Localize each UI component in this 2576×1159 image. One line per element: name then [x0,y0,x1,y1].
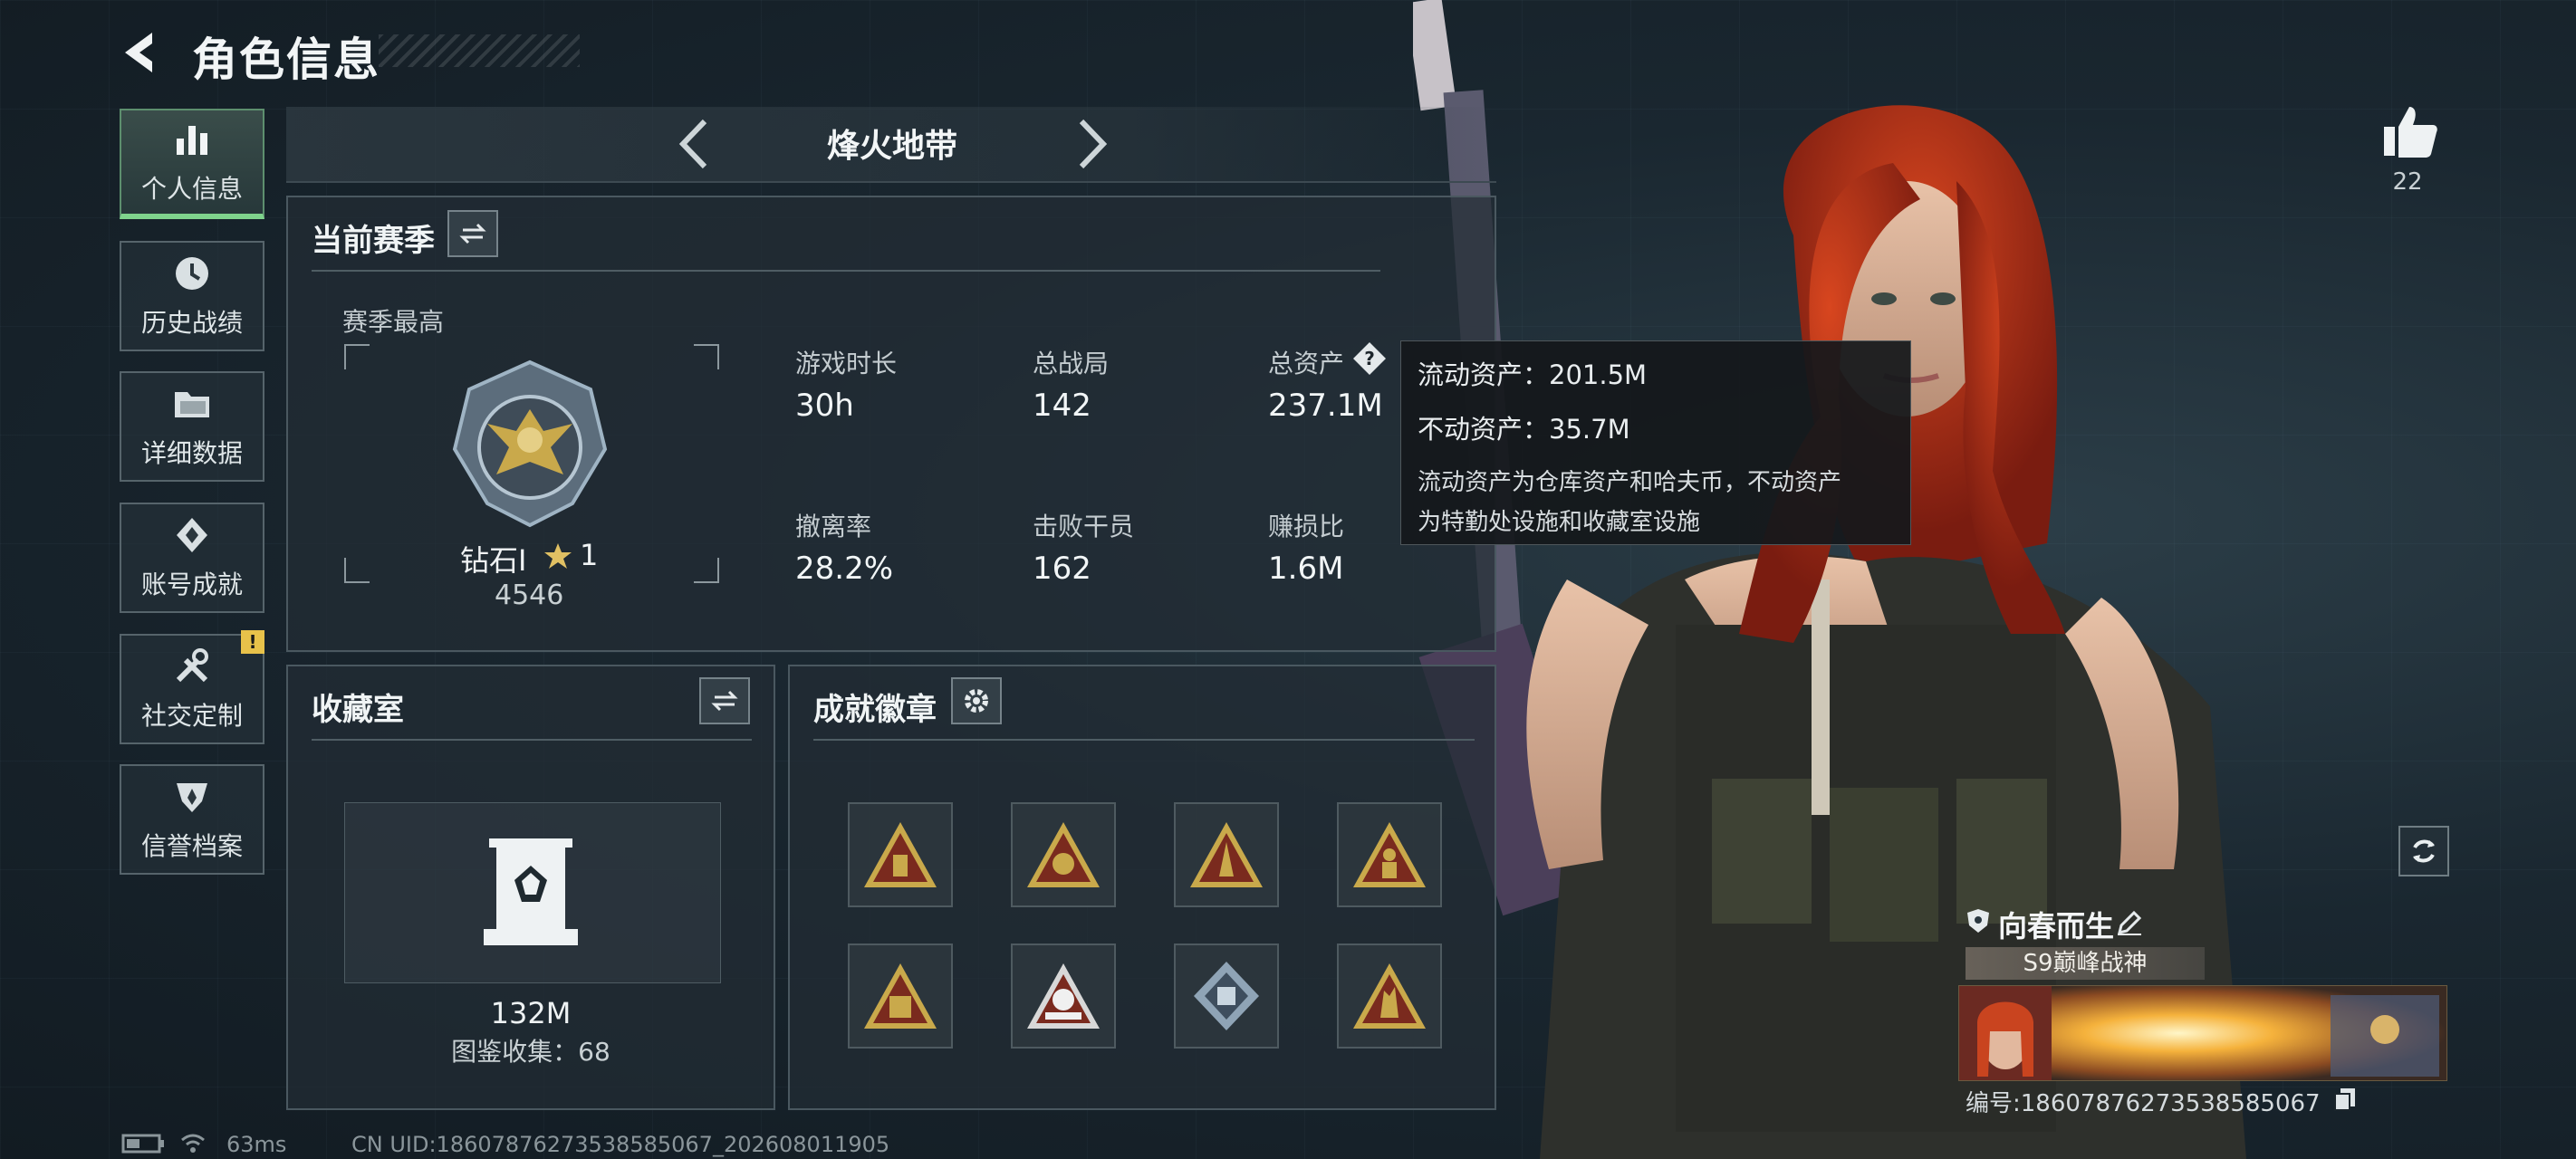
notice-badge: ! [241,630,264,654]
badge-5-icon [864,963,937,1029]
sidebar-item-label: 个人信息 [140,174,243,204]
badge-settings-button[interactable] [951,677,1002,724]
achievement-badge[interactable] [1337,943,1442,1049]
sidebar-item-label: 信誉档案 [140,831,243,861]
collection-value: 132M [490,996,572,1030]
badge-2-icon [1027,822,1100,887]
bar-chart-icon [177,126,207,155]
refresh-button[interactable] [2398,826,2449,876]
season-best-label: 赛季最高 [342,307,445,337]
thumbs-up-icon[interactable] [2380,101,2440,161]
wifi-icon [181,1134,205,1153]
name-card-banner[interactable] [1958,985,2447,1081]
tools-icon [176,648,208,683]
catalog-count: 图鉴收集：68 [451,1037,610,1067]
frame-corner [694,558,719,583]
fixed-assets: 不动资产：35.7M [1418,414,1630,445]
clock-icon [176,257,208,290]
copy-icon[interactable] [2333,1087,2357,1112]
badge-6-icon [1027,963,1100,1029]
sidebar-item-label: 详细数据 [140,438,243,468]
page-title: 角色信息 [192,34,380,86]
badge-8-icon [1353,963,1426,1029]
collection-title: 收藏室 [312,692,404,728]
badge-7-icon [1194,962,1259,1030]
badge-1-icon [864,822,937,887]
achievement-badge[interactable] [848,943,953,1049]
tooltip-description-line2: 为特勤处设施和收藏室设施 [1418,509,1701,536]
stat-value: 30h [795,388,854,424]
swap-icon [711,690,738,712]
stat-label: 赚损比 [1268,512,1345,541]
frame-corner [694,344,719,369]
badge-3-icon [1190,822,1263,887]
like-count: 22 [2392,168,2423,196]
stat-value: 162 [1033,551,1091,587]
star-icon [544,543,572,569]
next-mode-arrow-icon[interactable] [1065,112,1120,176]
player-title: S9巅峰战神 [1966,947,2205,980]
achievement-badge[interactable] [1174,943,1279,1049]
achievement-badge[interactable] [1011,943,1116,1049]
rank-emblem-icon [452,359,608,528]
mode-title: 烽火地带 [826,128,957,165]
sidebar-item-reputation[interactable]: 信誉档案 [120,764,264,875]
achievement-icon [177,518,207,552]
achievement-badge[interactable] [1337,802,1442,907]
divider [312,270,1380,272]
season-title: 当前赛季 [312,223,435,259]
rank-name: 钻石Ⅰ [460,543,527,578]
gear-icon [965,689,988,713]
sidebar-item-label: 社交定制 [140,701,243,731]
rank-stars: 1 [580,538,599,572]
player-id: 编号:1860787627353858506​7 [1966,1090,2321,1117]
tooltip-description-line1: 流动资产为仓库资产和哈夫币，不动资产 [1418,469,1842,496]
stat-label: 总战局 [1033,349,1110,378]
achievement-badge[interactable] [1011,802,1116,907]
sidebar-item-achievements[interactable]: 账号成就 [120,503,264,613]
back-icon[interactable] [116,27,167,78]
badges-title: 成就徽章 [813,692,937,728]
achievement-badge[interactable] [848,802,953,907]
stat-label: 总资产 [1268,349,1345,378]
account-uid: CN UID:18607876273538585067_202608011905 [351,1132,890,1157]
player-name: 向春而生 [1998,909,2115,943]
ping-value: 63ms [226,1132,287,1157]
sidebar-item-label: 账号成就 [140,570,243,599]
reputation-icon [177,783,207,812]
stat-value: 1.6M [1268,551,1344,587]
frame-corner [344,344,370,369]
stat-value: 28.2% [795,551,894,587]
divider [312,739,752,741]
asset-tooltip: 流动资产：201.5M 不动资产：35.7M 流动资产为仓库资产和哈夫币，不动资… [1400,340,1911,545]
folder-icon [175,392,209,417]
rank-score: 4546 [495,580,564,611]
shield-icon [1967,909,1989,933]
stat-label: 撤离率 [795,512,872,541]
swap-icon [459,223,486,244]
edit-icon[interactable] [2116,909,2143,936]
title-decoration [379,34,580,67]
display-case-icon [484,838,578,945]
badge-4-icon [1353,822,1426,887]
stat-value: 142 [1033,388,1091,424]
liquid-assets: 流动资产：201.5M [1418,359,1648,390]
achievement-badge[interactable] [1174,802,1279,907]
sidebar-item-label: 历史战绩 [140,308,243,338]
frame-corner [344,558,370,583]
prev-mode-arrow-icon[interactable] [667,112,721,176]
sidebar-item-history[interactable]: 历史战绩 [120,241,264,351]
stat-label: 游戏时长 [795,349,898,378]
svg-text:?: ? [1364,348,1375,369]
collection-switch-button[interactable] [699,677,750,724]
sidebar-item-personal-info[interactable]: 个人信息 [120,109,264,219]
help-icon[interactable]: ? [1351,340,1388,377]
refresh-icon [2413,839,2435,863]
divider [813,739,1475,741]
season-switch-button[interactable] [447,210,498,257]
sidebar-item-detailed-data[interactable]: 详细数据 [120,371,264,482]
battery-icon [121,1134,164,1154]
stat-label: 击败干员 [1033,512,1135,541]
stat-value: 237.1M [1268,388,1383,424]
